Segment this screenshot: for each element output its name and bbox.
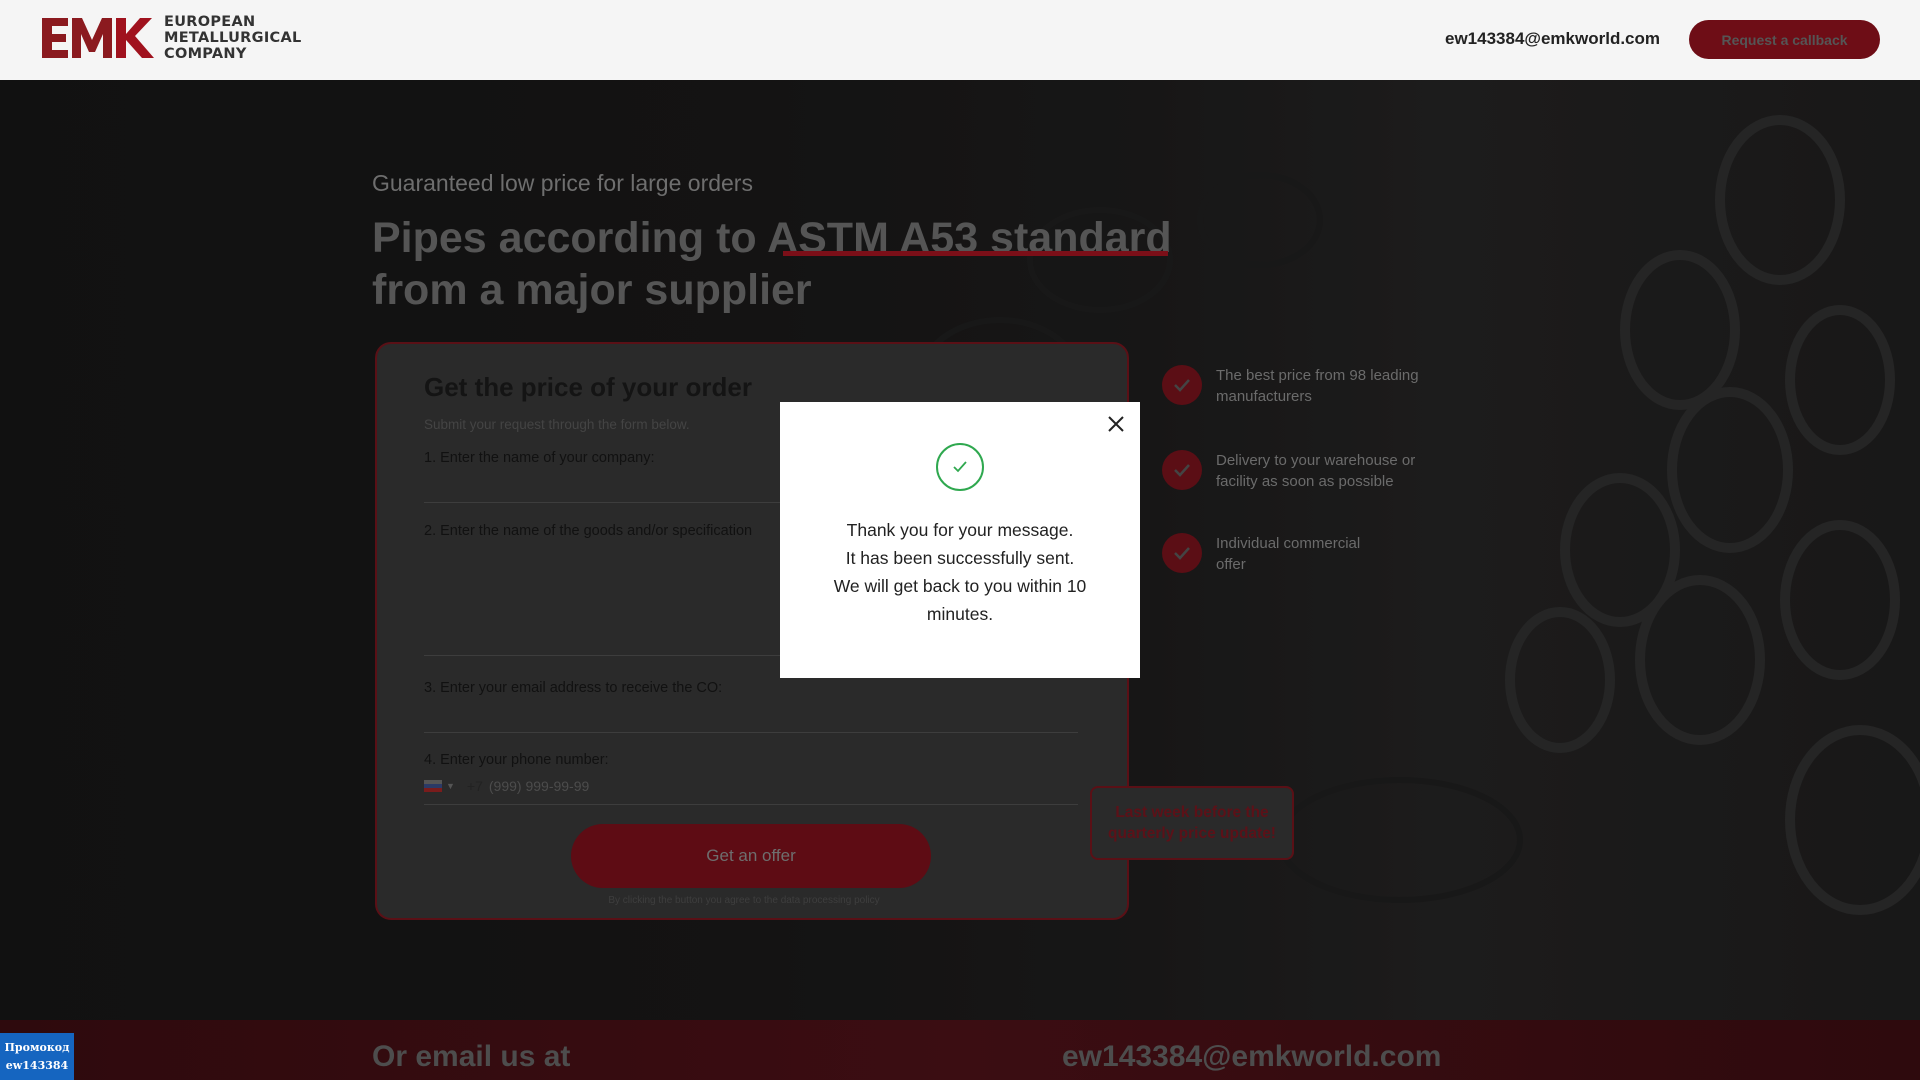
email-field[interactable] [424,732,1078,733]
check-icon [1162,450,1202,490]
promo-code-badge[interactable]: Промокод ew143384 [0,1033,74,1080]
site-header: EUROPEAN METALLURGICAL COMPANY ew143384@… [0,0,1920,80]
emk-logo-mark [42,18,154,58]
email-us-section: Or email us at ew143384@emkworld.com [0,1020,1920,1080]
benefit-text: Delivery to your warehouse or facility a… [1216,452,1416,490]
promo-badge-code: ew143384 [5,1059,69,1072]
logo-line: METALLURGICAL [164,30,302,46]
logo-line: COMPANY [164,46,247,62]
hero-subtitle: Guaranteed low price for large orders [372,170,753,196]
modal-line: We will get back to you within 10 minute… [833,576,1087,624]
form-subtitle: Submit your request through the form bel… [424,417,690,432]
request-callback-button[interactable]: Request a callback [1689,20,1880,59]
phone-input[interactable] [488,778,789,794]
hero-title-highlight: ASTM A53 standard [767,214,1172,262]
benefit-item: The best price from 98 leading manufactu… [1162,365,1436,407]
logo-text: EUROPEAN METALLURGICAL COMPANY [164,14,302,62]
success-check-icon [936,443,984,491]
price-update-notice: Last week before the quarterly price upd… [1090,786,1294,860]
logo[interactable]: EUROPEAN METALLURGICAL COMPANY [40,14,302,62]
footer-email-link[interactable]: ew143384@emkworld.com [1062,1040,1441,1074]
chevron-down-icon[interactable]: ▼ [446,781,455,791]
russia-flag-icon[interactable] [424,780,442,792]
benefit-text: The best price from 98 leading manufactu… [1216,367,1419,405]
hero-title: Pipes according to ASTM A53 standard fro… [372,212,1212,316]
modal-message: Thank you for your message. It has been … [820,516,1100,628]
hero-title-part: from a major supplier [372,266,812,314]
price-update-text: Last week before the quarterly price upd… [1108,804,1276,842]
goods-label: 2. Enter the name of the goods and/or sp… [424,523,753,539]
get-offer-button[interactable]: Get an offer [571,824,931,888]
company-label: 1. Enter the name of your company: [424,450,655,466]
success-modal: Thank you for your message. It has been … [780,402,1140,678]
phone-underline [424,804,1078,805]
check-icon [1162,365,1202,405]
email-us-heading: Or email us at [372,1040,571,1073]
phone-field[interactable]: ▼ +7 [424,778,789,794]
check-icon [1162,533,1202,573]
promo-badge-label: Промокод [4,1041,70,1054]
phone-country-code: +7 [466,778,483,794]
modal-line: Thank you for your message. [846,520,1074,540]
form-title: Get the price of your order [424,372,752,402]
header-email-link[interactable]: ew143384@emkworld.com [1445,29,1660,49]
logo-line: EUROPEAN [164,14,256,30]
hero-title-part: Pipes according to [372,214,757,262]
close-icon[interactable] [1104,412,1128,436]
policy-notice[interactable]: By clicking the button you agree to the … [377,895,1111,906]
phone-label: 4. Enter your phone number: [424,752,609,768]
benefit-item: Individual commercial offer [1162,533,1386,575]
benefit-item: Delivery to your warehouse or facility a… [1162,450,1436,492]
benefit-text: Individual commercial offer [1216,535,1361,573]
email-label: 3. Enter your email address to receive t… [424,680,723,696]
modal-line: It has been successfully sent. [845,548,1075,568]
